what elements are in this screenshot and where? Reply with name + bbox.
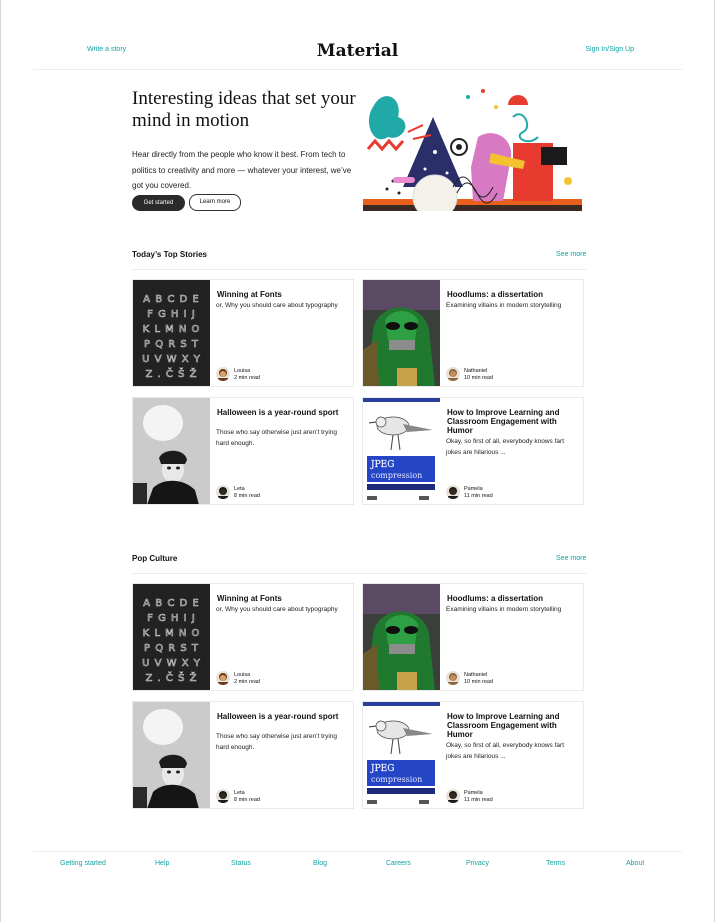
story-card[interactable]: Halloween is a year-round sport Those who… xyxy=(132,701,354,809)
story-title[interactable]: Hoodlums: a dissertation xyxy=(447,290,579,299)
hero-title: Interesting ideas that set your mind in … xyxy=(132,88,356,131)
story-title[interactable]: Halloween is a year-round sport xyxy=(217,712,349,721)
story-description: or, Why you should care about typography xyxy=(216,302,338,309)
read-time: 10 min read xyxy=(464,375,494,381)
story-thumbnail[interactable] xyxy=(363,280,440,386)
svg-text:JPEG: JPEG xyxy=(370,460,394,470)
footer-divider xyxy=(33,851,682,852)
author-name[interactable]: Leta xyxy=(234,486,245,492)
sign-in-link[interactable]: Sign In/Sign Up xyxy=(585,46,634,53)
read-time: 11 min read xyxy=(464,797,493,803)
section-title: Today’s Top Stories xyxy=(132,250,207,259)
story-title[interactable]: Halloween is a year-round sport xyxy=(217,408,349,417)
author-name[interactable]: Pamela xyxy=(464,486,483,492)
author-name[interactable]: Nathaniel xyxy=(464,672,487,678)
section-title: Pop Culture xyxy=(132,554,178,563)
svg-text:JPEG: JPEG xyxy=(370,764,394,774)
footer-link-careers[interactable]: Careers xyxy=(386,860,411,867)
svg-text:Z . Č Š Ž: Z . Č Š Ž xyxy=(146,367,198,380)
svg-text:compression: compression xyxy=(371,775,422,784)
story-thumbnail[interactable]: A B C D E F G H I J K L M N O P Q R S T U V … xyxy=(133,280,210,386)
author-name[interactable]: Leta xyxy=(234,790,245,796)
svg-text:Z . Č Š Ž: Z . Č Š Ž xyxy=(146,671,198,684)
author-name[interactable]: Louisa xyxy=(234,368,250,374)
read-time: 2 min read xyxy=(234,679,260,685)
story-description: Those who say otherwise just aren’t tryi… xyxy=(216,429,338,447)
svg-text:A B C D E: A B C D E xyxy=(143,598,199,609)
story-card[interactable]: Halloween is a year-round sport Those who… xyxy=(132,397,354,505)
story-description: Examining villains in modern storytellin… xyxy=(446,302,562,309)
read-time: 10 min read xyxy=(464,679,494,685)
see-more-link[interactable]: See more xyxy=(556,251,586,258)
svg-text:A B C D E: A B C D E xyxy=(143,294,199,305)
story-title[interactable]: Hoodlums: a dissertation xyxy=(447,594,579,603)
footer-link-about[interactable]: About xyxy=(626,860,644,867)
story-card[interactable]: Hoodlums: a dissertation Examining villai… xyxy=(362,583,584,691)
read-time: 8 min read xyxy=(234,493,260,499)
svg-text:U V W X Y: U V W X Y xyxy=(142,354,201,365)
story-description: Examining villains in modern storytellin… xyxy=(446,606,562,613)
footer-link-help[interactable]: Help xyxy=(155,860,169,867)
author-name[interactable]: Nathaniel xyxy=(464,368,487,374)
story-card[interactable]: JPEG compression How to Improve Learning a… xyxy=(362,701,584,809)
svg-text:K L M N O: K L M N O xyxy=(143,628,201,639)
footer-link-privacy[interactable]: Privacy xyxy=(466,860,489,867)
story-description: or, Why you should care about typography xyxy=(216,606,338,613)
story-title[interactable]: How to Improve Learning and Classroom En… xyxy=(447,408,579,435)
author-avatar[interactable] xyxy=(216,485,230,499)
story-title[interactable]: Winning at Fonts xyxy=(217,290,349,299)
read-time: 2 min read xyxy=(234,375,260,381)
footer-link-blog[interactable]: Blog xyxy=(313,860,327,867)
read-time: 11 min read xyxy=(464,493,493,499)
story-card[interactable]: A B C D E F G H I J K L M N O P Q R S T U V … xyxy=(132,583,354,691)
section-divider xyxy=(132,573,587,574)
story-thumbnail[interactable]: JPEG compression xyxy=(363,398,440,504)
svg-text:F G H I J: F G H I J xyxy=(147,613,196,624)
svg-text:compression: compression xyxy=(371,471,422,480)
see-more-link[interactable]: See more xyxy=(556,555,586,562)
hero-illustration xyxy=(363,77,582,220)
get-started-button[interactable]: Get started xyxy=(132,195,185,211)
svg-text:P Q R S T: P Q R S T xyxy=(144,339,199,350)
footer-link-terms[interactable]: Terms xyxy=(546,860,565,867)
section-divider xyxy=(132,269,587,270)
author-avatar[interactable] xyxy=(446,789,460,803)
story-card[interactable]: Hoodlums: a dissertation Examining villai… xyxy=(362,279,584,387)
author-avatar[interactable] xyxy=(446,671,460,685)
story-card[interactable]: JPEG compression How to Improve Learning a… xyxy=(362,397,584,505)
top-bar: Write a story Material Sign In/Sign Up xyxy=(1,0,714,70)
hero-text: Hear directly from the people who know i… xyxy=(132,150,352,190)
header-divider xyxy=(33,69,682,70)
story-thumbnail[interactable]: A B C D E F G H I J K L M N O P Q R S T U V … xyxy=(133,584,210,690)
svg-text:P Q R S T: P Q R S T xyxy=(144,643,199,654)
read-time: 8 min read xyxy=(234,797,260,803)
footer-link-status[interactable]: Status xyxy=(231,860,251,867)
author-name[interactable]: Pamela xyxy=(464,790,483,796)
story-card[interactable]: A B C D E F G H I J K L M N O P Q R S T U V … xyxy=(132,279,354,387)
learn-more-button[interactable]: Learn more xyxy=(189,194,241,211)
author-avatar[interactable] xyxy=(446,367,460,381)
author-avatar[interactable] xyxy=(446,485,460,499)
author-name[interactable]: Louisa xyxy=(234,672,250,678)
story-title[interactable]: Winning at Fonts xyxy=(217,594,349,603)
author-avatar[interactable] xyxy=(216,367,230,381)
story-title[interactable]: How to Improve Learning and Classroom En… xyxy=(447,712,579,739)
footer-link-getting-started[interactable]: Getting started xyxy=(60,860,106,867)
story-thumbnail[interactable]: JPEG compression xyxy=(363,702,440,808)
author-avatar[interactable] xyxy=(216,671,230,685)
svg-text:U V W X Y: U V W X Y xyxy=(142,658,201,669)
svg-text:F G H I J: F G H I J xyxy=(147,309,196,320)
story-description: Those who say otherwise just aren’t tryi… xyxy=(216,733,338,751)
author-avatar[interactable] xyxy=(216,789,230,803)
story-thumbnail[interactable] xyxy=(133,398,210,504)
svg-text:K L M N O: K L M N O xyxy=(143,324,201,335)
story-thumbnail[interactable] xyxy=(133,702,210,808)
story-description: Okay, so first of all, everybody knows f… xyxy=(446,438,565,456)
story-thumbnail[interactable] xyxy=(363,584,440,690)
story-description: Okay, so first of all, everybody knows f… xyxy=(446,742,565,760)
